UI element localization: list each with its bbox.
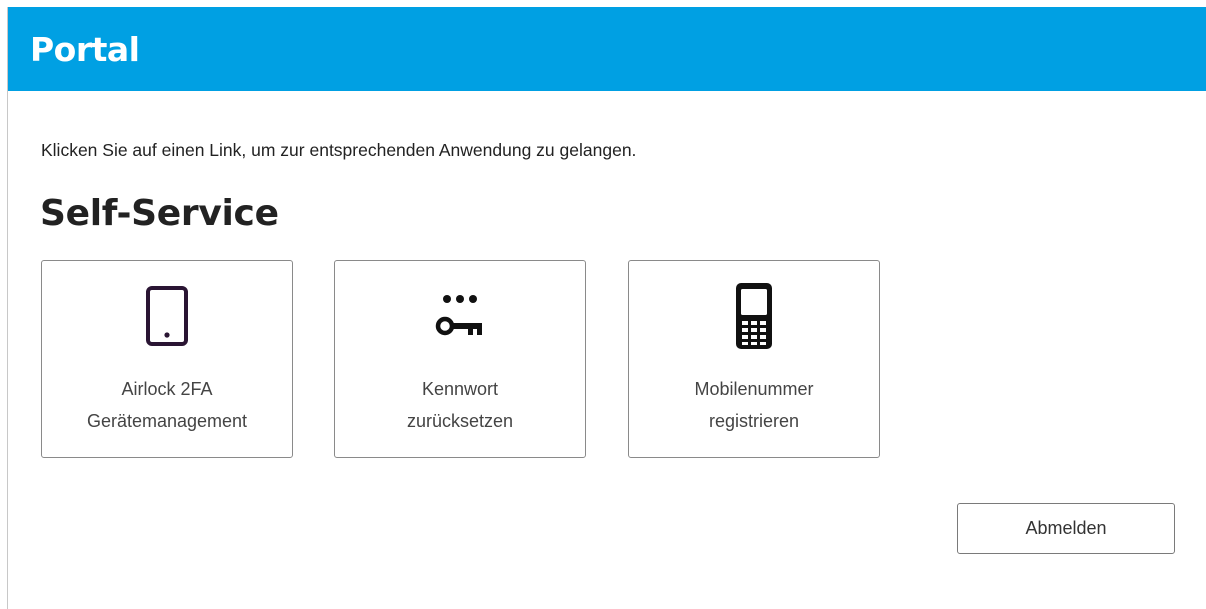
tile-label-line1: Mobilenummer — [694, 379, 814, 399]
intro-text: Klicken Sie auf einen Link, um zur entsp… — [41, 140, 637, 160]
section-title: Self-Service — [40, 193, 279, 234]
tile-register-mobile-number[interactable]: Mobilenummer registrieren — [628, 260, 880, 458]
tile-label-line1: Kennwort — [421, 379, 499, 399]
tile-label-line2: registrieren — [708, 411, 800, 431]
portal-title: Portal — [30, 30, 140, 69]
tile-label: Airlock 2FA Gerätemanagement — [52, 373, 282, 437]
tile-label-line2: Gerätemanagement — [86, 411, 248, 431]
tile-reset-password[interactable]: Kennwort zurücksetzen — [334, 260, 586, 458]
password-key-icon — [335, 283, 585, 349]
tile-label-line2: zurücksetzen — [406, 411, 514, 431]
logout-button[interactable]: Abmelden — [957, 503, 1175, 554]
tile-label-line1: Airlock 2FA — [121, 379, 213, 399]
portal-window: Portal Klicken Sie auf einen Link, um zu… — [7, 7, 1206, 609]
tablet-icon — [42, 283, 292, 349]
tile-label: Kennwort zurücksetzen — [345, 373, 575, 437]
tile-label: Mobilenummer registrieren — [639, 373, 869, 437]
tile-airlock-2fa-device-management[interactable]: Airlock 2FA Gerätemanagement — [41, 260, 293, 458]
portal-header: Portal — [8, 7, 1206, 91]
mobile-phone-icon — [629, 283, 879, 349]
